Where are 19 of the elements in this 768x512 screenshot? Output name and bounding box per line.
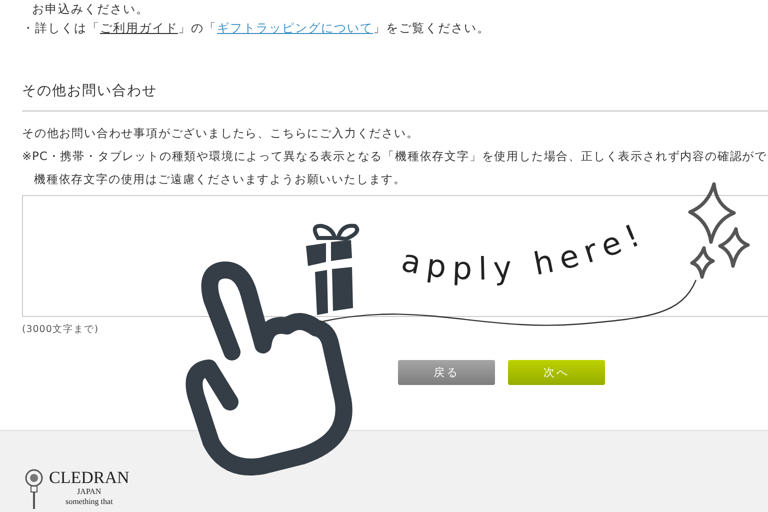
brand-country: JAPAN (77, 487, 102, 497)
gift-icon (306, 224, 360, 315)
character-limit-text: (3000文字まで) (22, 323, 100, 336)
brand-tagline: something that (65, 497, 113, 506)
inquiry-textarea[interactable] (22, 195, 768, 317)
note-text: ※PC・携帯・タブレットの種類や環境によって異なる表示となる「機種依存文字」を使用した場合、正しく表示されず内容の確認がで (22, 149, 768, 164)
instruction-text: お申込みください。 (31, 1, 150, 18)
sparkle-icon (688, 182, 750, 279)
guide-sentence: ・詳しくは「ご利用ガイド」の「ギフトラッピングについて」をご覧ください。 (22, 20, 491, 37)
note-text: 機種依存文字の使用はご遠慮くださいますようお願いいたします。 (33, 172, 407, 187)
guide-link[interactable]: ご利用ガイド (100, 21, 178, 35)
section-heading: その他お問い合わせ (22, 82, 158, 100)
section-description: その他お問い合わせ事項がございましたら、こちらにご入力ください。 (22, 126, 420, 141)
brand-name: CLEDRAN (49, 469, 130, 487)
nav-button[interactable]: 次へ (508, 360, 605, 385)
nav-button[interactable]: 戻る (398, 360, 495, 385)
apply-here-text: apply here! (398, 215, 652, 288)
guide-link[interactable]: ギフトラッピングについて (217, 21, 373, 35)
pointing-hand-icon (186, 262, 352, 476)
